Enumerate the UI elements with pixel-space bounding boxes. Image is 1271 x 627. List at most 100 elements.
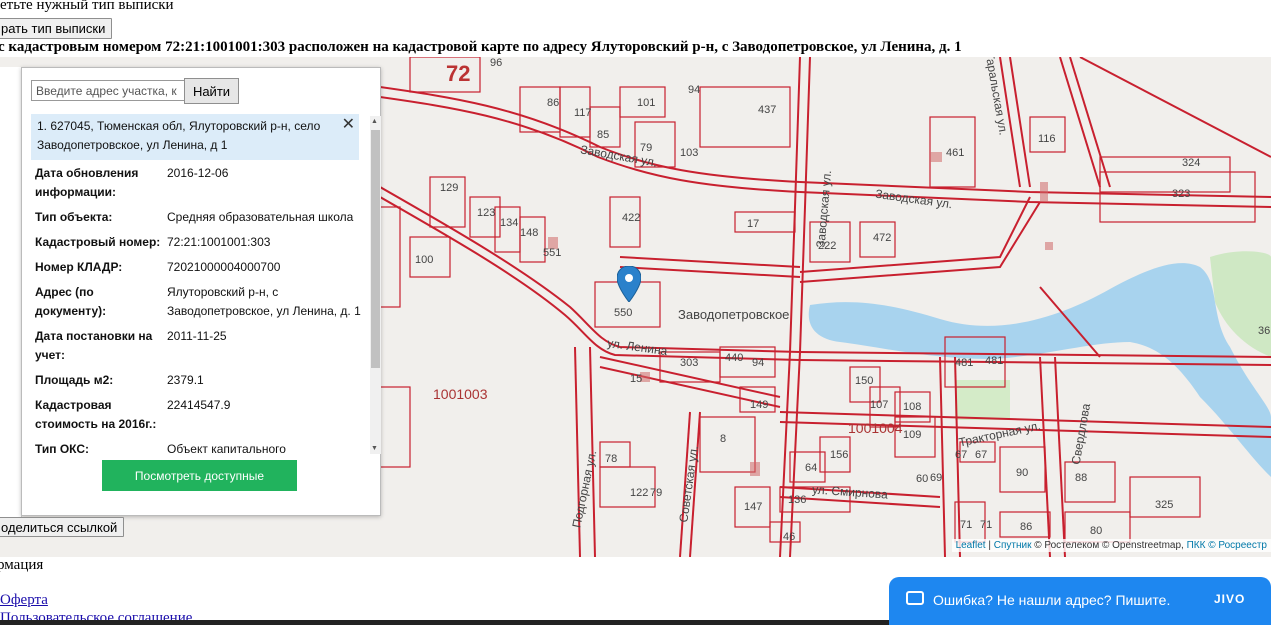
map-label: 136 <box>788 494 807 506</box>
map-label: 67 <box>955 449 968 461</box>
map-label: 8 <box>720 433 727 445</box>
map-label: 86 <box>547 97 560 109</box>
scroll-up-icon[interactable]: ▲ <box>371 118 378 125</box>
map-label: 94 <box>752 357 765 369</box>
attribution-text: © Ростелеком © Openstreetmap, <box>1031 540 1187 551</box>
info-row: Дата обновления информации: 2016-12-06 <box>35 164 365 202</box>
map-label: 108 <box>903 401 922 413</box>
offer-link[interactable]: Оферта <box>0 592 48 609</box>
map-label: 323 <box>1172 188 1191 200</box>
sputnik-link[interactable]: Спутник <box>994 540 1032 551</box>
close-icon[interactable]: ✕ <box>342 117 355 133</box>
extract-type-prompt: етьте нужный тип выписки <box>0 0 174 13</box>
map-label: 324 <box>1182 157 1201 169</box>
quarter-label: 1001003 <box>433 386 488 402</box>
map-attribution: Leaflet | Спутник © Ростелеком © Openstr… <box>951 539 1271 552</box>
map-marker-icon[interactable] <box>617 266 641 302</box>
leaflet-link[interactable]: Leaflet <box>956 540 986 551</box>
info-value: 2011-11-25 <box>167 329 227 343</box>
info-value: 2379.1 <box>167 373 204 387</box>
pkk-link[interactable]: ПКК © Росреестр <box>1187 540 1267 551</box>
map-label: 481 <box>955 357 974 369</box>
jivo-logo: JIVO <box>1214 592 1246 606</box>
map-label: 96 <box>490 57 503 69</box>
info-row: Площадь м2: 2379.1 <box>35 371 365 390</box>
map-label: 67 <box>975 449 988 461</box>
scroll-thumb[interactable] <box>371 130 380 368</box>
info-key: Дата постановки на учет: <box>35 329 153 362</box>
taskbar-strip <box>0 620 889 625</box>
chat-widget-text: Ошибка? Не нашли адрес? Пишите. <box>933 592 1171 608</box>
map-label: 325 <box>1155 499 1174 511</box>
attribution-separator: | <box>985 540 994 551</box>
view-documents-button[interactable]: Посмотреть доступные документы <box>102 460 297 514</box>
info-row: Тип ОКС: Объект капитального строительств… <box>35 440 365 454</box>
info-key: Адрес (по документу): <box>35 285 107 318</box>
map-label: 481 <box>985 355 1004 367</box>
street-label: Заводопетровское <box>678 307 790 322</box>
map-label: 71 <box>980 519 993 531</box>
map-label: 440 <box>725 352 744 364</box>
map-label: 109 <box>903 429 922 441</box>
info-key: Дата обновления информации: <box>35 166 139 199</box>
map-label: 79 <box>650 487 663 499</box>
map-label: 117 <box>574 107 592 119</box>
find-button[interactable]: Найти <box>184 78 239 104</box>
share-link-button[interactable]: оделиться ссылкой <box>0 517 125 537</box>
map-label: 148 <box>520 227 539 239</box>
info-row: Дата постановки на учет: 2011-11-25 <box>35 327 365 365</box>
map-label: 123 <box>477 207 496 219</box>
info-key: Кадастровая стоимость на 2016г.: <box>35 398 157 431</box>
map-label: 461 <box>946 147 965 159</box>
chat-widget[interactable]: Ошибка? Не нашли адрес? Пишите. JIVO <box>889 577 1271 625</box>
info-value: 2016-12-06 <box>167 166 229 180</box>
map-label: 71 <box>960 519 973 531</box>
select-extract-type-button[interactable]: рать тип выписки <box>0 18 113 39</box>
object-info-list: Дата обновления информации: 2016-12-06 Ти… <box>35 164 365 454</box>
map-label: 147 <box>744 501 763 513</box>
info-key: Номер КЛАДР: <box>35 260 123 274</box>
map-label: 94 <box>688 84 701 96</box>
map-label: 422 <box>622 212 641 224</box>
map-label: 80 <box>1090 525 1103 537</box>
map-label: 72 <box>446 61 471 86</box>
info-value: Средняя образовательная школа <box>167 210 354 224</box>
map-label: 85 <box>597 129 610 141</box>
info-key: Тип ОКС: <box>35 442 89 454</box>
info-key: Площадь м2: <box>35 373 114 387</box>
map-label: 303 <box>680 357 699 369</box>
info-key: Кадастровый номер: <box>35 235 161 249</box>
green-area <box>955 380 1010 420</box>
quarter-label: 1001004 <box>848 420 903 436</box>
map-label: 69 <box>930 472 943 484</box>
footer-info-label: рмация <box>0 557 44 573</box>
map-label: 15 <box>630 373 643 385</box>
map-label: 437 <box>758 104 777 116</box>
map-label: 107 <box>870 399 889 411</box>
scroll-down-icon[interactable]: ▼ <box>371 445 378 452</box>
info-row: Кадастровая стоимость на 2016г.: 22414547… <box>35 396 365 434</box>
map-label: 60 <box>916 473 929 485</box>
info-value: Ялуторовский р-н, с Заводопетровское, ул… <box>167 285 361 318</box>
map-label: 88 <box>1075 472 1088 484</box>
page-heading: с кадастровым номером 72:21:1001001:303 … <box>0 39 962 55</box>
map-label: 86 <box>1020 521 1033 533</box>
info-value: 72:21:1001001:303 <box>167 235 271 249</box>
search-result-item[interactable]: 1. 627045, Тюменская обл, Ялуторовский р… <box>31 114 359 160</box>
map-label: 17 <box>747 218 760 230</box>
map-label: 149 <box>750 399 769 411</box>
map-label: 129 <box>440 182 459 194</box>
map-label: 150 <box>855 375 874 387</box>
info-panel: Найти 1. 627045, Тюменская обл, Ялуторов… <box>21 67 381 516</box>
address-search-input[interactable] <box>31 80 185 101</box>
map-label: 550 <box>614 307 633 319</box>
map-label: 90 <box>1016 467 1029 479</box>
map-label: 156 <box>830 449 849 461</box>
search-result-text: 1. 627045, Тюменская обл, Ялуторовский р… <box>37 119 321 152</box>
map-label: 103 <box>680 147 699 159</box>
info-value: 72021000004000700 <box>167 260 281 274</box>
info-scrollbar[interactable]: ▲ ▼ <box>370 116 381 454</box>
info-row: Адрес (по документу): Ялуторовский р-н, с… <box>35 283 365 321</box>
map-label: 551 <box>543 247 562 259</box>
map-controls-strip <box>0 67 22 517</box>
